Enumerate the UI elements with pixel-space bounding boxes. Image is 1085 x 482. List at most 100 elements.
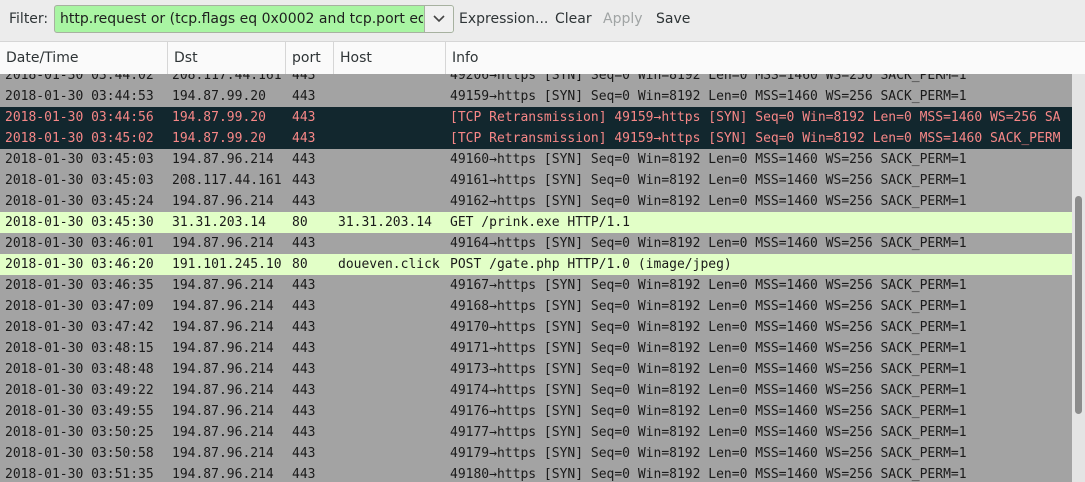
cell-dst: 208.117.44.161 [172, 173, 282, 188]
cell-dst: 31.31.203.14 [172, 215, 266, 230]
cell-host [338, 275, 448, 296]
cell-info: [TCP Retransmission] 49159→https [SYN] S… [450, 110, 1061, 125]
table-row[interactable]: 2018-01-30 03:45:02 194.87.99.20 443 [TCP R… [0, 128, 1072, 149]
cell-info: 49171→https [SYN] Seq=0 Win=8192 Len=0 M… [450, 341, 967, 356]
save-button[interactable]: Save [656, 11, 690, 27]
cell-port: 443 [292, 110, 316, 125]
cell-dst: 194.87.96.214 [172, 278, 274, 293]
cell-info: GET /prink.exe HTTP/1.1 [450, 215, 631, 230]
cell-dst: 194.87.99.20 [172, 89, 266, 104]
table-row[interactable]: 2018-01-30 03:44:02 208.117.44.161 443 4920… [0, 74, 1072, 86]
vertical-scrollbar[interactable] [1072, 74, 1085, 482]
cell-host [338, 359, 448, 380]
cell-datetime: 2018-01-30 03:45:24 [5, 194, 154, 209]
cell-datetime: 2018-01-30 03:50:58 [5, 446, 154, 461]
cell-dst: 194.87.96.214 [172, 299, 274, 314]
cell-port: 443 [292, 467, 316, 482]
table-row[interactable]: 2018-01-30 03:45:30 31.31.203.14 80 31.31.2… [0, 212, 1072, 233]
table-row[interactable]: 2018-01-30 03:47:09 194.87.96.214 443 49168… [0, 296, 1072, 317]
cell-datetime: 2018-01-30 03:50:25 [5, 425, 154, 440]
scrollbar-thumb[interactable] [1075, 196, 1082, 414]
display-filter-input[interactable] [55, 6, 423, 32]
cell-host [338, 380, 448, 401]
table-row[interactable]: 2018-01-30 03:50:58 194.87.96.214 443 49179… [0, 443, 1072, 464]
cell-datetime: 2018-01-30 03:48:48 [5, 362, 154, 377]
table-row[interactable]: 2018-01-30 03:46:01 194.87.96.214 443 49164… [0, 233, 1072, 254]
cell-port: 80 [292, 257, 308, 272]
cell-port: 443 [292, 320, 316, 335]
cell-dst: 194.87.96.214 [172, 467, 274, 482]
cell-port: 443 [292, 341, 316, 356]
table-row[interactable]: 2018-01-30 03:49:22 194.87.96.214 443 49174… [0, 380, 1072, 401]
cell-port: 80 [292, 215, 308, 230]
table-row[interactable]: 2018-01-30 03:47:42 194.87.96.214 443 49170… [0, 317, 1072, 338]
cell-datetime: 2018-01-30 03:48:15 [5, 341, 154, 356]
column-header-dst[interactable]: Dst [168, 42, 286, 74]
table-row[interactable]: 2018-01-30 03:45:03 194.87.96.214 443 49160… [0, 149, 1072, 170]
cell-port: 443 [292, 131, 316, 146]
table-row[interactable]: 2018-01-30 03:44:56 194.87.99.20 443 [TCP R… [0, 107, 1072, 128]
filter-history-dropdown[interactable] [424, 6, 453, 32]
cell-info: [TCP Retransmission] 49159→https [SYN] S… [450, 131, 1061, 146]
cell-info: 49179→https [SYN] Seq=0 Win=8192 Len=0 M… [450, 446, 967, 461]
cell-host [338, 128, 448, 149]
cell-host [338, 338, 448, 359]
cell-host [338, 170, 448, 191]
cell-datetime: 2018-01-30 03:45:03 [5, 152, 154, 167]
cell-dst: 194.87.96.214 [172, 362, 274, 377]
cell-host [338, 107, 448, 128]
cell-port: 443 [292, 236, 316, 251]
expression-button[interactable]: Expression... [459, 11, 548, 27]
table-row[interactable]: 2018-01-30 03:46:20 191.101.245.10 80 douev… [0, 254, 1072, 275]
cell-port: 443 [292, 446, 316, 461]
cell-datetime: 2018-01-30 03:46:35 [5, 278, 154, 293]
cell-datetime: 2018-01-30 03:45:02 [5, 131, 154, 146]
table-row[interactable]: 2018-01-30 03:44:53 194.87.99.20 443 49159→… [0, 86, 1072, 107]
chevron-down-icon [433, 15, 445, 23]
cell-dst: 194.87.99.20 [172, 131, 266, 146]
table-row[interactable]: 2018-01-30 03:45:24 194.87.96.214 443 49162… [0, 191, 1072, 212]
cell-port: 443 [292, 278, 316, 293]
clear-button[interactable]: Clear [555, 11, 592, 27]
cell-info: 49174→https [SYN] Seq=0 Win=8192 Len=0 M… [450, 383, 967, 398]
apply-button[interactable]: Apply [603, 11, 643, 27]
cell-dst: 208.117.44.161 [172, 74, 282, 83]
cell-host [338, 317, 448, 338]
cell-datetime: 2018-01-30 03:51:35 [5, 467, 154, 482]
table-row[interactable]: 2018-01-30 03:48:48 194.87.96.214 443 49173… [0, 359, 1072, 380]
column-header-port[interactable]: port [286, 42, 334, 74]
cell-host: 31.31.203.14 [338, 215, 432, 230]
packet-list-header: Date/Time Dst port Host Info [0, 41, 1085, 75]
cell-port: 443 [292, 74, 316, 83]
cell-info: 49161→https [SYN] Seq=0 Win=8192 Len=0 M… [450, 173, 967, 188]
table-row[interactable]: 2018-01-30 03:46:35 194.87.96.214 443 49167… [0, 275, 1072, 296]
cell-datetime: 2018-01-30 03:44:56 [5, 110, 154, 125]
cell-port: 443 [292, 362, 316, 377]
packet-list: 2018-01-30 03:44:02 208.117.44.161 443 4920… [0, 74, 1072, 482]
cell-datetime: 2018-01-30 03:46:01 [5, 236, 154, 251]
cell-host [338, 443, 448, 464]
cell-port: 443 [292, 173, 316, 188]
cell-datetime: 2018-01-30 03:44:02 [5, 74, 154, 83]
cell-dst: 194.87.96.214 [172, 320, 274, 335]
table-row[interactable]: 2018-01-30 03:48:15 194.87.96.214 443 49171… [0, 338, 1072, 359]
cell-info: 49160→https [SYN] Seq=0 Win=8192 Len=0 M… [450, 152, 967, 167]
cell-host [338, 422, 448, 443]
table-row[interactable]: 2018-01-30 03:50:25 194.87.96.214 443 49177… [0, 422, 1072, 443]
table-row[interactable]: 2018-01-30 03:45:03 208.117.44.161 443 4916… [0, 170, 1072, 191]
column-header-info[interactable]: Info [446, 42, 1085, 74]
cell-info: 49206→https [SYN] Seq=0 Win=8192 Len=0 M… [450, 74, 967, 83]
cell-datetime: 2018-01-30 03:49:55 [5, 404, 154, 419]
cell-host [338, 149, 448, 170]
column-header-host[interactable]: Host [334, 42, 446, 74]
cell-dst: 194.87.96.214 [172, 383, 274, 398]
filter-label: Filter: [9, 11, 49, 27]
cell-host [338, 401, 448, 422]
table-row[interactable]: 2018-01-30 03:51:35 194.87.96.214 443 49180… [0, 464, 1072, 482]
cell-info: 49168→https [SYN] Seq=0 Win=8192 Len=0 M… [450, 299, 967, 314]
table-row[interactable]: 2018-01-30 03:49:55 194.87.96.214 443 49176… [0, 401, 1072, 422]
cell-datetime: 2018-01-30 03:49:22 [5, 383, 154, 398]
cell-dst: 194.87.96.214 [172, 404, 274, 419]
column-header-datetime[interactable]: Date/Time [0, 42, 168, 74]
cell-port: 443 [292, 404, 316, 419]
